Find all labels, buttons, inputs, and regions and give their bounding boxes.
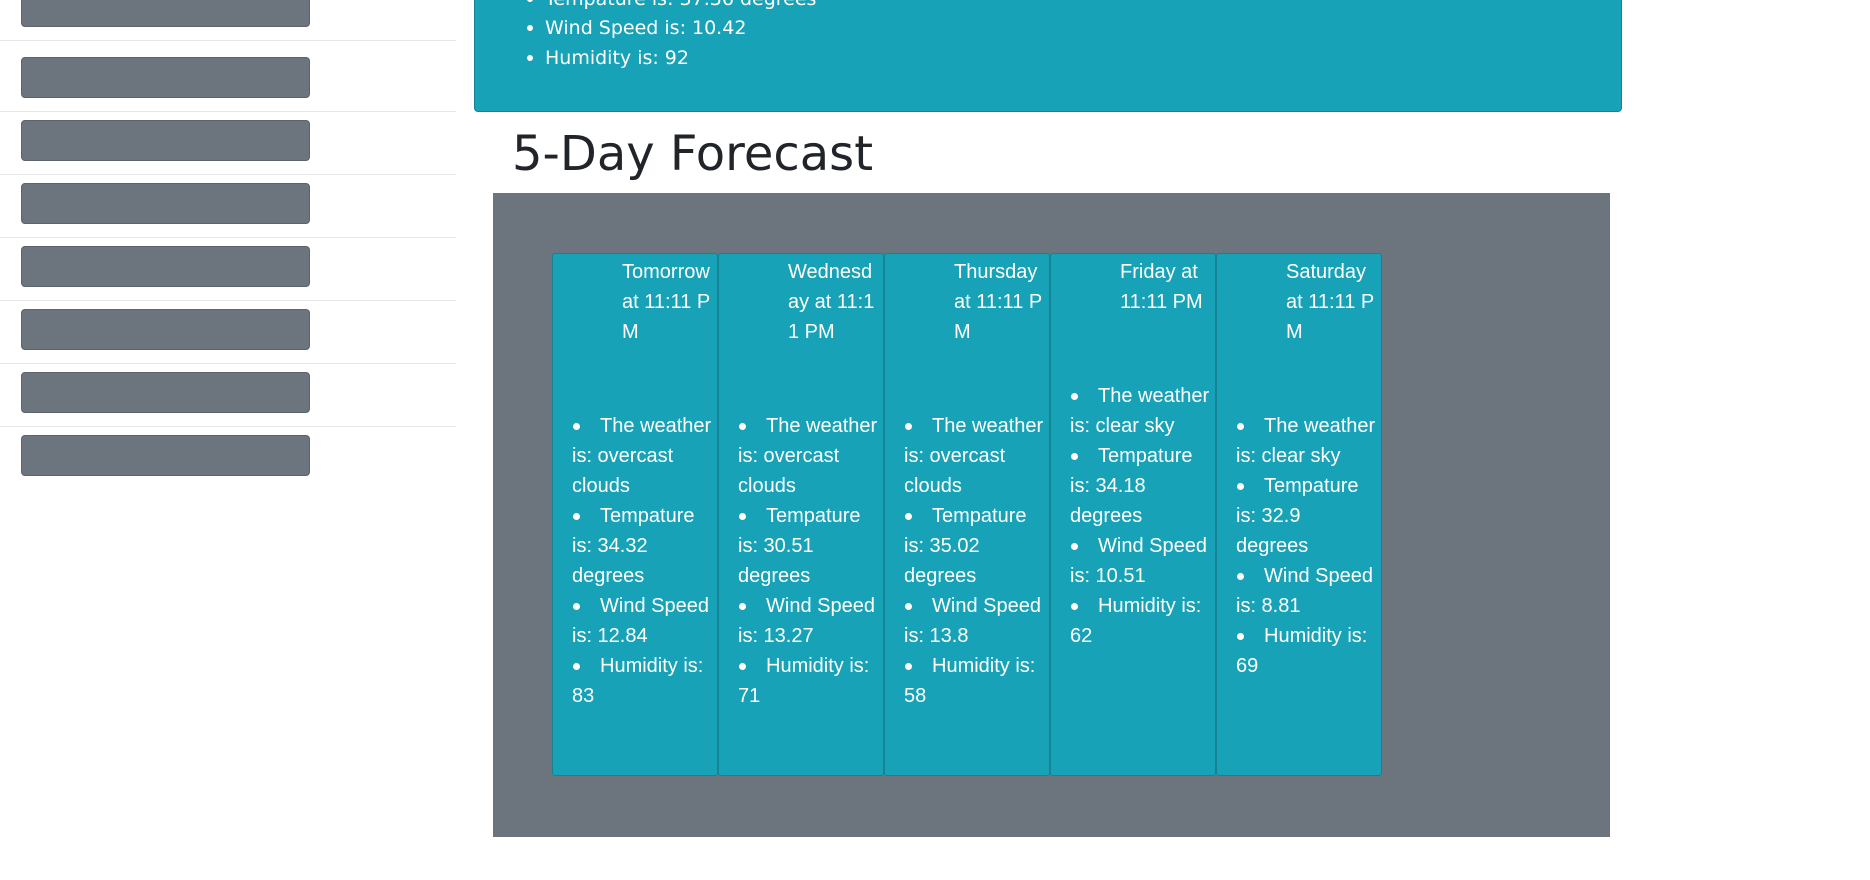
forecast-card: Wednesday at 11:11 PM The weather is: ov… — [718, 253, 884, 776]
forecast-card: Thursday at 11:11 PM The weather is: ove… — [884, 253, 1050, 776]
forecast-details: The weather is: clear sky Tempature is: … — [1070, 381, 1210, 651]
forecast-temperature: Tempature is: 35.02 degrees — [904, 501, 1044, 591]
city-history-row — [0, 111, 456, 175]
forecast-title: 5-Day Forecast — [512, 126, 874, 182]
city-history-row — [0, 0, 456, 41]
city-history-button[interactable] — [21, 246, 310, 287]
forecast-temperature: Tempature is: 32.9 degrees — [1236, 471, 1376, 561]
forecast-temperature: Tempature is: 34.32 degrees — [572, 501, 712, 591]
page: Tempature is: 37.36 degrees Wind Speed i… — [0, 0, 1870, 880]
forecast-details: The weather is: overcast clouds Tempatur… — [904, 411, 1044, 711]
city-history-button[interactable] — [21, 57, 310, 98]
forecast-humidity: Humidity is: 71 — [738, 651, 878, 711]
forecast-card: Saturday at 11:11 PM The weather is: cle… — [1216, 253, 1382, 776]
forecast-humidity: Humidity is: 62 — [1070, 591, 1210, 651]
forecast-wind-speed: Wind Speed is: 13.8 — [904, 591, 1044, 651]
current-wind-speed: Wind Speed is: 10.42 — [526, 17, 747, 39]
city-history-button[interactable] — [21, 0, 310, 27]
forecast-humidity: Humidity is: 69 — [1236, 621, 1376, 681]
city-history-row — [0, 237, 456, 301]
forecast-date: Tomorrow at 11:11 PM — [622, 261, 711, 343]
forecast-date: Thursday at 11:11 PM — [954, 261, 1043, 343]
forecast-temperature: Tempature is: 30.51 degrees — [738, 501, 878, 591]
forecast-wind-speed: Wind Speed is: 10.51 — [1070, 531, 1210, 591]
forecast-weather: The weather is: overcast clouds — [572, 411, 712, 501]
city-history-button[interactable] — [21, 372, 310, 413]
city-history-row — [0, 48, 456, 112]
city-history-button[interactable] — [21, 435, 310, 476]
forecast-humidity: Humidity is: 58 — [904, 651, 1044, 711]
forecast-temperature: Tempature is: 34.18 degrees — [1070, 441, 1210, 531]
city-history-row — [0, 174, 456, 238]
forecast-wind-speed: Wind Speed is: 12.84 — [572, 591, 712, 651]
forecast-card: Tomorrow at 11:11 PM The weather is: ove… — [552, 253, 718, 776]
city-history-row — [0, 300, 456, 364]
current-humidity: Humidity is: 92 — [527, 47, 689, 69]
city-history-button[interactable] — [21, 183, 310, 224]
forecast-weather: The weather is: overcast clouds — [904, 411, 1044, 501]
forecast-wind-speed: Wind Speed is: 8.81 — [1236, 561, 1376, 621]
current-temperature: Tempature is: 37.36 degrees — [526, 0, 816, 10]
current-weather-panel: Tempature is: 37.36 degrees Wind Speed i… — [474, 0, 1622, 112]
city-history-button[interactable] — [21, 309, 310, 350]
forecast-humidity: Humidity is: 83 — [572, 651, 712, 711]
forecast-weather: The weather is: overcast clouds — [738, 411, 878, 501]
forecast-details: The weather is: overcast clouds Tempatur… — [572, 411, 712, 711]
forecast-wind-speed: Wind Speed is: 13.27 — [738, 591, 878, 651]
forecast-date: Wednesday at 11:11 PM — [788, 261, 875, 343]
forecast-card: Friday at 11:11 PM The weather is: clear… — [1050, 253, 1216, 776]
forecast-date: Friday at 11:11 PM — [1120, 261, 1203, 313]
city-history-row — [0, 363, 456, 427]
forecast-details: The weather is: clear sky Tempature is: … — [1236, 411, 1376, 681]
forecast-date: Saturday at 11:11 PM — [1286, 261, 1375, 343]
forecast-details: The weather is: overcast clouds Tempatur… — [738, 411, 878, 711]
city-history-row — [0, 426, 456, 489]
forecast-weather: The weather is: clear sky — [1070, 381, 1210, 441]
city-history-button[interactable] — [21, 120, 310, 161]
forecast-weather: The weather is: clear sky — [1236, 411, 1376, 471]
